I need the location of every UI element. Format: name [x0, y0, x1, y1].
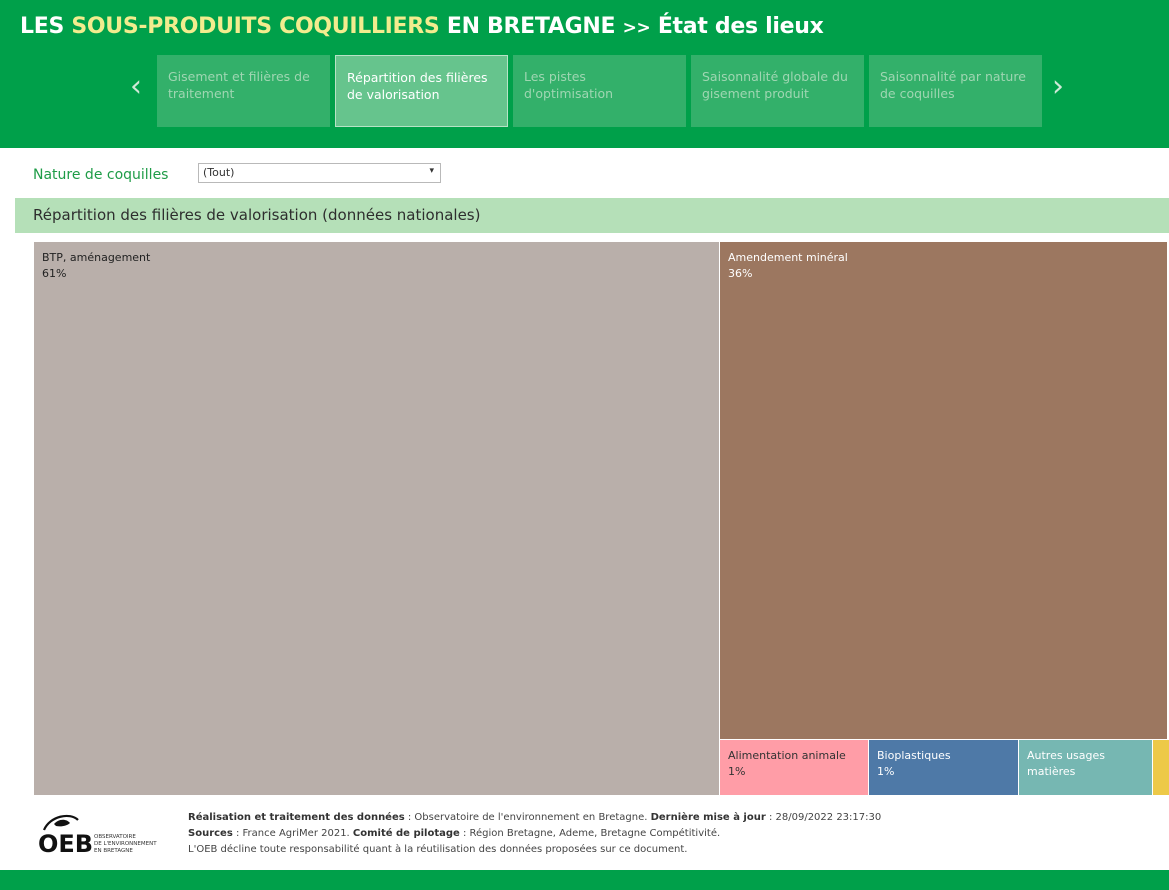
footer-value: : 28/09/2022 23:17:30 — [765, 812, 882, 823]
treemap-cell-value: 61% — [42, 267, 67, 280]
nature-coquilles-dropdown[interactable]: (Tout) ▾ — [198, 163, 441, 183]
treemap-cell-label: BTP, aménagement — [42, 251, 151, 264]
logo-sub-3: EN BRETAGNE — [94, 848, 133, 854]
treemap-cell-other[interactable] — [1153, 740, 1169, 795]
treemap-cell-bioplastiques[interactable]: Bioplastiques 1% — [869, 740, 1018, 795]
treemap-cell-label: Alimentation animale — [728, 749, 846, 762]
footer-label: Sources — [188, 828, 233, 839]
tab-label: Saisonnalité par nature de coquilles — [880, 69, 1026, 101]
header-banner: LES SOUS-PRODUITS COQUILLIERS EN BRETAGN… — [0, 0, 1169, 148]
logo-sub-1: OBSERVATOIRE — [94, 834, 136, 840]
chevron-down-icon[interactable]: ▾ — [429, 166, 434, 176]
logo-text: OEB — [38, 830, 93, 858]
dropdown-value: (Tout) — [203, 166, 235, 179]
section-title: Répartition des filières de valorisation… — [33, 206, 481, 224]
footer-label: Réalisation et traitement des données — [188, 812, 405, 823]
oeb-logo: OEB OBSERVATOIRE DE L'ENVIRONNEMENT EN B… — [38, 814, 157, 858]
title-part-2: EN BRETAGNE — [439, 14, 623, 39]
section-header: Répartition des filières de valorisation… — [15, 198, 1169, 233]
treemap-cell-label: Bioplastiques — [877, 749, 951, 762]
footer-label: Dernière mise à jour — [650, 812, 766, 823]
title-part-1: LES — [20, 14, 72, 39]
treemap-cell-alimentation[interactable]: Alimentation animale 1% — [720, 740, 868, 795]
footer-line-3: L'OEB décline toute responsabilité quant… — [188, 844, 688, 855]
filter-label: Nature de coquilles — [33, 167, 169, 183]
footer-value: : France AgriMer 2021. — [232, 828, 353, 839]
treemap-cell-value: 1% — [877, 765, 895, 778]
tab-gisement[interactable]: Gisement et filières de traitement — [157, 55, 330, 127]
chevron-right-icon[interactable]: › — [1052, 72, 1064, 102]
footer-line-1: Réalisation et traitement des données : … — [188, 810, 881, 826]
treemap-cell-value: 36% — [728, 267, 753, 280]
tab-label: Les pistes d'optimisation — [524, 69, 614, 101]
treemap-cell-btp[interactable]: BTP, aménagement 61% — [34, 242, 719, 795]
footer-value: : Observatoire de l'environnement en Bre… — [404, 812, 651, 823]
bottom-bar — [0, 870, 1169, 890]
treemap-cell-amendement[interactable]: Amendement minéral 36% — [720, 242, 1167, 739]
title-separator: >> — [622, 18, 651, 38]
page-title: LES SOUS-PRODUITS COQUILLIERS EN BRETAGN… — [20, 14, 824, 39]
title-highlight: SOUS-PRODUITS COQUILLIERS — [71, 14, 440, 39]
tab-label: Saisonnalité globale du gisement produit — [702, 69, 848, 101]
treemap-cell-autres[interactable]: Autres usages matières — [1019, 740, 1152, 795]
footer-credits: Réalisation et traitement des données : … — [188, 810, 881, 858]
logo-sub-2: DE L'ENVIRONNEMENT — [94, 841, 157, 847]
title-part-3: État des lieux — [650, 14, 824, 39]
treemap-cell-label: Amendement minéral — [728, 251, 848, 264]
tab-label: Gisement et filières de traitement — [168, 69, 310, 101]
tab-pistes[interactable]: Les pistes d'optimisation — [513, 55, 686, 127]
tab-saisonnalite-globale[interactable]: Saisonnalité globale du gisement produit — [691, 55, 864, 127]
filter-row: Nature de coquilles (Tout) ▾ — [0, 160, 1169, 190]
tab-label: Répartition des filières de valorisation — [347, 70, 488, 102]
footer-label: Comité de pilotage — [352, 828, 460, 839]
footer-line-2: Sources : France AgriMer 2021. Comité de… — [188, 826, 881, 842]
tab-saisonnalite-nature[interactable]: Saisonnalité par nature de coquilles — [869, 55, 1042, 127]
treemap-cell-label: Autres usages matières — [1027, 749, 1106, 778]
tab-repartition[interactable]: Répartition des filières de valorisation — [335, 55, 508, 127]
chevron-left-icon[interactable]: ‹ — [130, 72, 142, 102]
treemap-cell-value: 1% — [728, 765, 746, 778]
footer-value: : Région Bretagne, Ademe, Bretagne Compé… — [459, 828, 721, 839]
